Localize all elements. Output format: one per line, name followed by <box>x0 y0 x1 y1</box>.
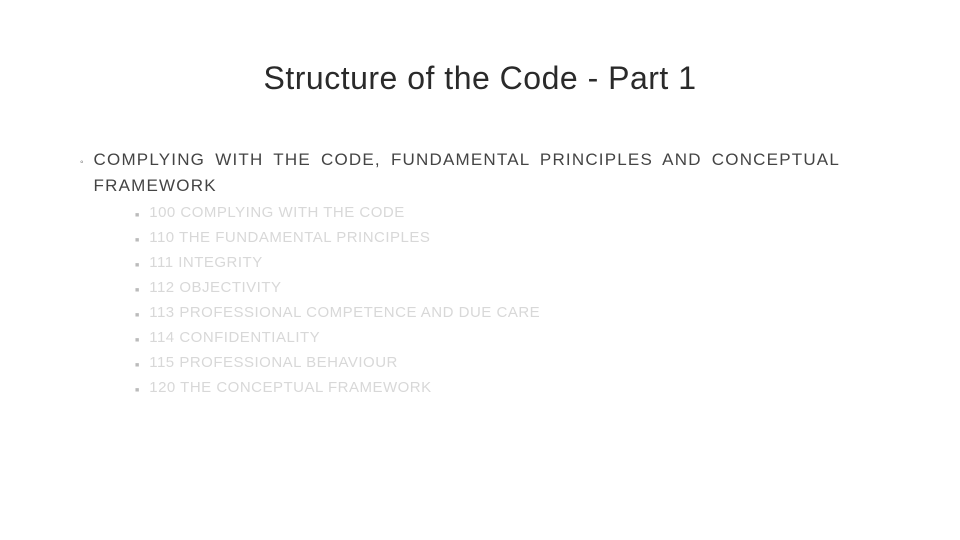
sub-item-label: 115 PROFESSIONAL BEHAVIOUR <box>149 354 398 371</box>
sub-item-label: 112 OBJECTIVITY <box>149 279 281 296</box>
square-bullet-icon: ■ <box>135 207 139 225</box>
main-item-label: COMPLYING WITH THE CODE, FUNDAMENTAL PRI… <box>94 147 840 198</box>
content-block: ◦ COMPLYING WITH THE CODE, FUNDAMENTAL P… <box>80 147 880 400</box>
slide: Structure of the Code - Part 1 ◦ COMPLYI… <box>0 0 960 540</box>
square-bullet-icon: ■ <box>135 257 139 275</box>
page-title: Structure of the Code - Part 1 <box>80 60 880 97</box>
square-bullet-icon: ■ <box>135 382 139 400</box>
sub-item-label: 100 COMPLYING WITH THE CODE <box>149 204 405 221</box>
square-bullet-icon: ■ <box>135 282 139 300</box>
list-item: ■ 112 OBJECTIVITY <box>135 279 840 300</box>
square-bullet-icon: ■ <box>135 307 139 325</box>
sub-item-label: 110 THE FUNDAMENTAL PRINCIPLES <box>149 229 430 246</box>
list-item-main: ◦ COMPLYING WITH THE CODE, FUNDAMENTAL P… <box>80 147 840 198</box>
list-item: ■ 114 CONFIDENTIALITY <box>135 329 840 350</box>
square-bullet-icon: ■ <box>135 357 139 375</box>
sub-item-label: 114 CONFIDENTIALITY <box>149 329 320 346</box>
list-item: ■ 120 THE CONCEPTUAL FRAMEWORK <box>135 379 840 400</box>
square-bullet-icon: ■ <box>135 332 139 350</box>
sub-list: ■ 100 COMPLYING WITH THE CODE ■ 110 THE … <box>80 204 840 400</box>
sub-item-label: 113 PROFESSIONAL COMPETENCE AND DUE CARE <box>149 304 540 321</box>
list-item: ■ 113 PROFESSIONAL COMPETENCE AND DUE CA… <box>135 304 840 325</box>
sub-item-label: 120 THE CONCEPTUAL FRAMEWORK <box>149 379 431 396</box>
list-item: ■ 111 INTEGRITY <box>135 254 840 275</box>
list-item: ■ 115 PROFESSIONAL BEHAVIOUR <box>135 354 840 375</box>
sub-item-label: 111 INTEGRITY <box>149 254 262 271</box>
list-item: ■ 100 COMPLYING WITH THE CODE <box>135 204 840 225</box>
list-item: ■ 110 THE FUNDAMENTAL PRINCIPLES <box>135 229 840 250</box>
square-bullet-icon: ■ <box>135 232 139 250</box>
circle-bullet-icon: ◦ <box>80 153 84 173</box>
